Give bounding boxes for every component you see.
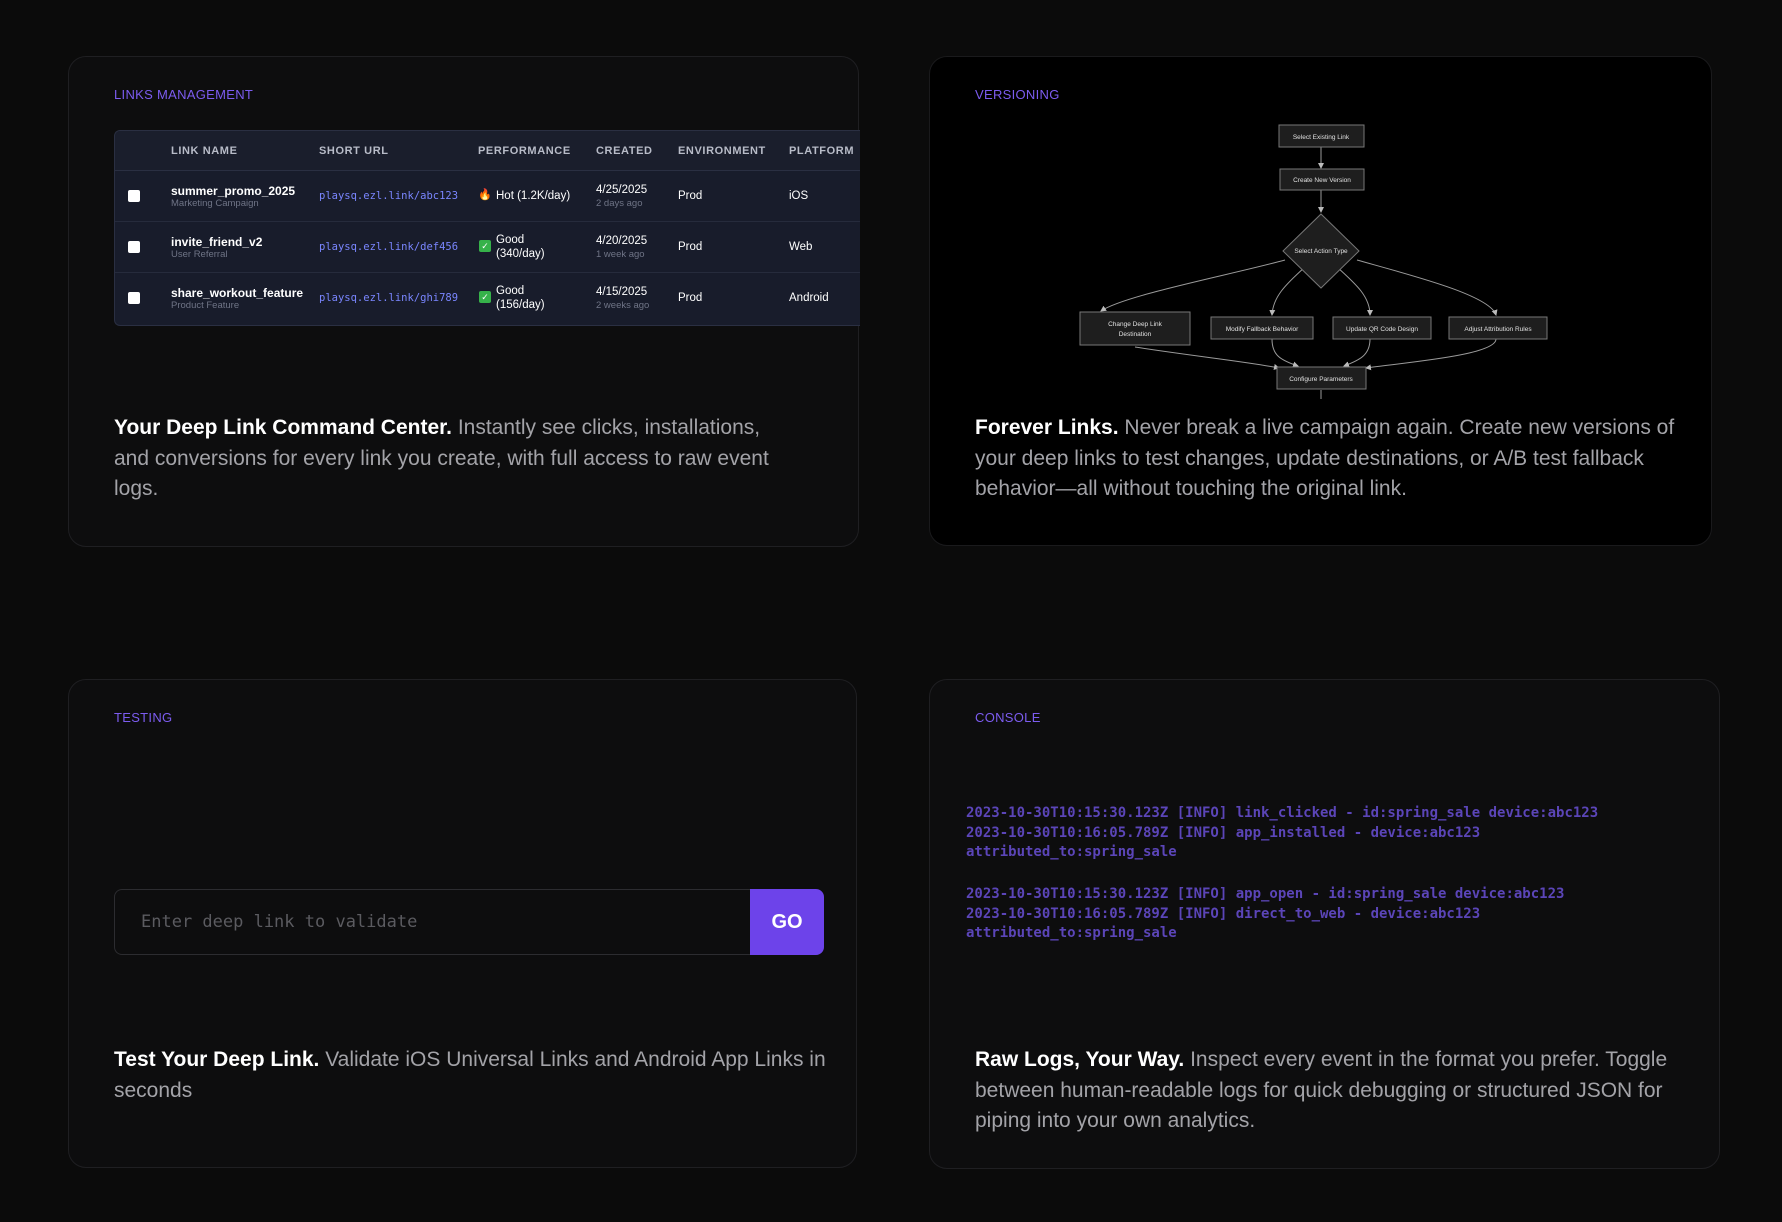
links-section-label: LINKS MANAGEMENT [114,87,254,102]
fire-icon: 🔥 [478,189,492,201]
check-icon: ✓ [479,240,491,252]
go-button[interactable]: GO [750,889,824,955]
performance-value: Good [496,285,525,297]
deep-link-input[interactable] [114,889,750,955]
table-row[interactable]: share_workout_feature Product Feature pl… [115,273,860,324]
platform-value: iOS [789,190,809,202]
link-category: User Referral [171,249,228,260]
log-line: 2023-10-30T10:16:05.789Z [INFO] direct_t… [966,905,1481,922]
node-modify-fallback: Modify Fallback Behavior [1226,326,1299,333]
testing-card: TESTING GO Test Your Deep Link. Validate… [68,679,857,1168]
performance-value: Hot (1.2K/day) [496,190,571,202]
check-icon: ✓ [479,291,491,303]
column-header-performance[interactable]: PERFORMANCE [478,145,571,157]
link-category: Marketing Campaign [171,198,259,209]
testing-description-title: Test Your Deep Link. [114,1048,320,1071]
log-line: 2023-10-30T10:15:30.123Z [INFO] link_cli… [966,805,1599,821]
row-checkbox[interactable] [128,292,140,304]
console-section-label: CONSOLE [975,710,1041,725]
node-select-existing-link: Select Existing Link [1293,134,1350,141]
table-row[interactable]: summer_promo_2025 Marketing Campaign pla… [115,171,860,222]
link-name: invite_friend_v2 [171,235,263,249]
console-card: CONSOLE 2023-10-30T10:15:30.123Z [INFO] … [929,679,1720,1169]
column-header-short-url[interactable]: SHORT URL [319,145,389,157]
environment-value: Prod [678,190,703,202]
created-date: 4/15/2025 [596,286,648,298]
created-date: 4/20/2025 [596,235,648,247]
versioning-description: Forever Links. Never break a live campai… [975,413,1690,505]
node-create-new-version: Create New Version [1293,177,1351,184]
node-adjust-attribution: Adjust Attribution Rules [1464,326,1532,333]
environment-value: Prod [678,292,703,304]
platform-value: Android [789,292,829,304]
row-checkbox[interactable] [128,190,140,202]
console-description: Raw Logs, Your Way. Inspect every event … [975,1045,1695,1137]
link-name: summer_promo_2025 [171,184,296,198]
log-line: 2023-10-30T10:16:05.789Z [INFO] app_inst… [966,824,1481,841]
column-header-environment[interactable]: ENVIRONMENT [678,145,766,157]
platform-value: Web [789,241,813,253]
short-url-link[interactable]: playsq.ezl.link/def456 [319,241,458,253]
links-table: LINK NAME SHORT URL PERFORMANCE CREATED … [114,130,860,326]
row-checkbox[interactable] [128,241,140,253]
performance-value: Good [496,234,525,246]
log-line: 2023-10-30T10:15:30.123Z [INFO] app_open… [966,886,1565,902]
short-url-link[interactable]: playsq.ezl.link/abc123 [319,190,458,202]
created-relative: 1 week ago [596,249,645,260]
node-change-destination-line2: Destination [1119,331,1152,338]
log-line: attributed_to:spring_sale [966,844,1177,860]
link-name: share_workout_feature [171,286,304,300]
column-header-created[interactable]: CREATED [596,145,653,157]
table-header: LINK NAME SHORT URL PERFORMANCE CREATED … [115,131,860,171]
short-url-link[interactable]: playsq.ezl.link/ghi789 [319,292,458,304]
environment-value: Prod [678,241,703,253]
column-header-platform[interactable]: PLATFORM [789,145,854,157]
links-description-title: Your Deep Link Command Center. [114,416,452,439]
versioning-flowchart: Select Existing Link Create New Version … [1079,124,1548,399]
performance-rate: (156/day) [496,299,545,311]
console-description-title: Raw Logs, Your Way. [975,1048,1185,1071]
versioning-description-title: Forever Links. [975,416,1119,439]
column-header-link-name[interactable]: LINK NAME [171,145,238,157]
node-select-action-type: Select Action Type [1294,248,1348,255]
log-group: 2023-10-30T10:15:30.123Z [INFO] link_cli… [966,804,1598,863]
node-update-qr: Update QR Code Design [1346,326,1418,333]
testing-section-label: TESTING [114,710,173,725]
link-category: Product Feature [171,300,240,311]
table-row[interactable]: invite_friend_v2 User Referral playsq.ez… [115,222,860,273]
created-relative: 2 days ago [596,198,643,209]
performance-rate: (340/day) [496,248,545,260]
links-management-card: LINKS MANAGEMENT LINK NAME SHORT URL PER… [68,56,860,547]
created-date: 4/25/2025 [596,184,648,196]
log-line: attributed_to:spring_sale [966,925,1177,941]
created-relative: 2 weeks ago [596,300,650,311]
node-change-destination-line1: Change Deep Link [1108,321,1163,328]
testing-description: Test Your Deep Link. Validate iOS Univer… [114,1045,829,1106]
log-group: 2023-10-30T10:15:30.123Z [INFO] app_open… [966,885,1564,944]
node-configure-parameters: Configure Parameters [1289,376,1353,383]
links-description: Your Deep Link Command Center. Instantly… [114,413,774,505]
versioning-card: VERSIONING Select Existing Link Create N… [929,56,1712,546]
